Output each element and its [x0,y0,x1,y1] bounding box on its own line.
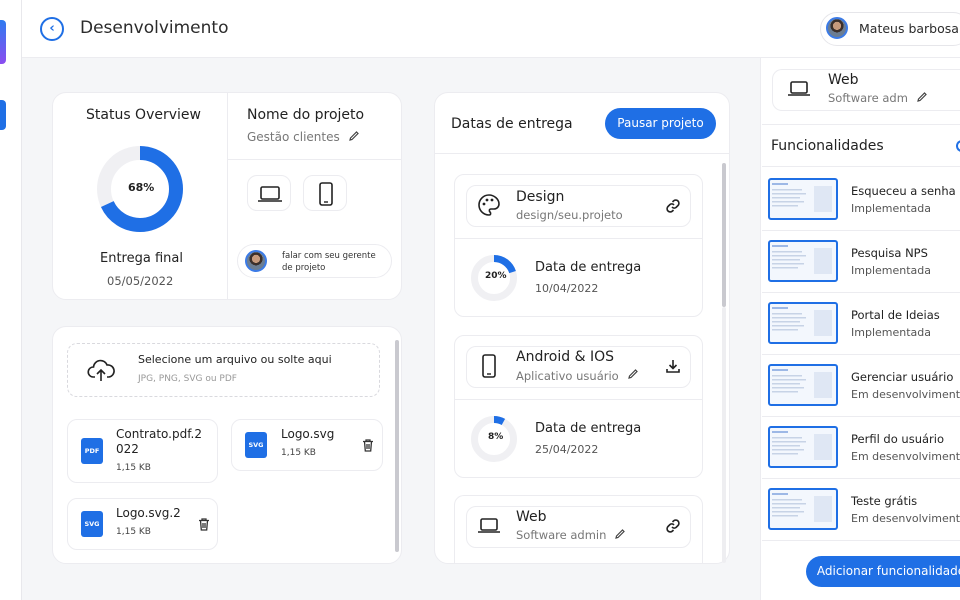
edit-icon[interactable] [348,130,360,142]
left-rail [0,0,22,600]
dropzone-hint: JPG, PNG, SVG ou PDF [138,374,237,384]
project-name-value: Gestão clientes [247,130,340,144]
laptop-icon [786,76,812,102]
deliveries-title: Datas de entrega [451,116,573,132]
delivery-sub: Aplicativo usuário [516,369,619,383]
group-divider [454,238,703,239]
status-percent: 68% [128,181,155,194]
link-icon[interactable] [665,198,681,214]
feature-status: Em desenvolvimento [851,388,960,401]
pdf-file-icon: PDF [81,438,103,464]
edit-icon[interactable] [916,91,928,103]
feature-name: Gerenciar usuário [851,370,954,384]
panel-divider [762,166,960,167]
download-icon[interactable] [665,358,681,374]
delivery-date-label: Data de entrega [535,260,642,275]
delivery-date: 05/05/2022 [107,274,174,288]
group-divider [454,399,703,400]
feature-thumbnail [768,302,838,344]
trash-icon[interactable] [361,438,375,453]
design-percent: 20% [485,271,507,281]
edit-icon[interactable] [627,368,639,380]
delivery-sub: design/seu.projeto [516,208,623,222]
delivery-name: Design [516,189,565,205]
file-size: 1,15 KB [116,463,151,473]
deliveries-scroll-track [722,307,726,563]
feature-thumbnail [768,364,838,406]
upload-scrollbar[interactable] [395,340,399,552]
feature-name: Pesquisa NPS [851,246,928,260]
card-divider [434,153,730,154]
delivery-sub: Software admin [516,528,607,542]
user-avatar [826,17,848,39]
file-size: 1,15 KB [116,527,151,537]
card-divider [228,159,402,160]
delivery-name: Web [516,509,547,525]
dropzone-title: Selecione um arquivo ou solte aqui [138,353,332,366]
delivery-label: Entrega final [100,251,183,266]
feature-status: Implementada [851,326,931,339]
feature-status: Implementada [851,202,931,215]
delivery-date: 25/04/2022 [535,443,599,456]
feature-name: Perfil do usuário [851,432,944,446]
platform-name: Web [828,72,859,88]
status-title: Status Overview [86,107,201,123]
delivery-date: 10/04/2022 [535,282,599,295]
android-percent: 8% [488,432,504,442]
feature-name: Esqueceu a senha [851,184,956,198]
project-name-label: Nome do projeto [247,107,365,123]
manager-avatar [245,250,267,272]
feature-name: Portal de Ideias [851,308,940,322]
smartphone-icon [477,353,501,379]
nav-active-indicator[interactable] [0,100,6,130]
platform-web-button[interactable] [247,175,291,211]
pause-project-button[interactable]: Pausar projeto [605,108,716,139]
card-divider [227,92,228,300]
laptop-icon [476,513,502,539]
back-button[interactable]: ‹ [40,17,64,41]
feature-thumbnail [768,178,838,220]
user-name: Mateus barbosa [859,21,959,36]
deliveries-card [434,92,730,564]
feature-status: Implementada [851,264,931,277]
file-name: Contrato.pdf.2 [116,427,203,441]
deliveries-scrollbar[interactable] [722,163,726,307]
feature-name: Teste grátis [851,494,918,508]
link-icon[interactable] [665,518,681,534]
trash-icon[interactable] [197,517,211,532]
page-title: Desenvolvimento [80,18,229,38]
palette-icon [476,192,502,218]
svg-file-icon: SVG [245,432,267,458]
file-name-cont: 022 [116,442,139,456]
platform-sub: Software adm [828,91,908,105]
panel-divider [762,124,960,125]
cloud-upload-icon [86,355,116,385]
edit-icon[interactable] [614,528,626,540]
delivery-name: Android & IOS [516,349,614,365]
feature-status: Em desenvolvimento [851,512,960,525]
platform-mobile-button[interactable] [303,175,347,211]
feature-status: Em desenvolvimento [851,450,960,463]
manager-text-line1: falar com seu gerente [282,251,376,261]
file-size: 1,15 KB [281,448,316,458]
feature-thumbnail [768,240,838,282]
svg-file-icon: SVG [81,511,103,537]
file-name: Logo.svg [281,427,335,441]
feature-thumbnail [768,426,838,468]
file-name: Logo.svg.2 [116,506,181,520]
app-logo[interactable] [0,20,6,64]
features-title: Funcionalidades [771,138,884,154]
feature-thumbnail [768,488,838,530]
delivery-date-label: Data de entrega [535,421,642,436]
add-feature-button[interactable]: Adicionar funcionalidade [806,556,960,587]
manager-text-line2: de projeto [282,263,326,273]
